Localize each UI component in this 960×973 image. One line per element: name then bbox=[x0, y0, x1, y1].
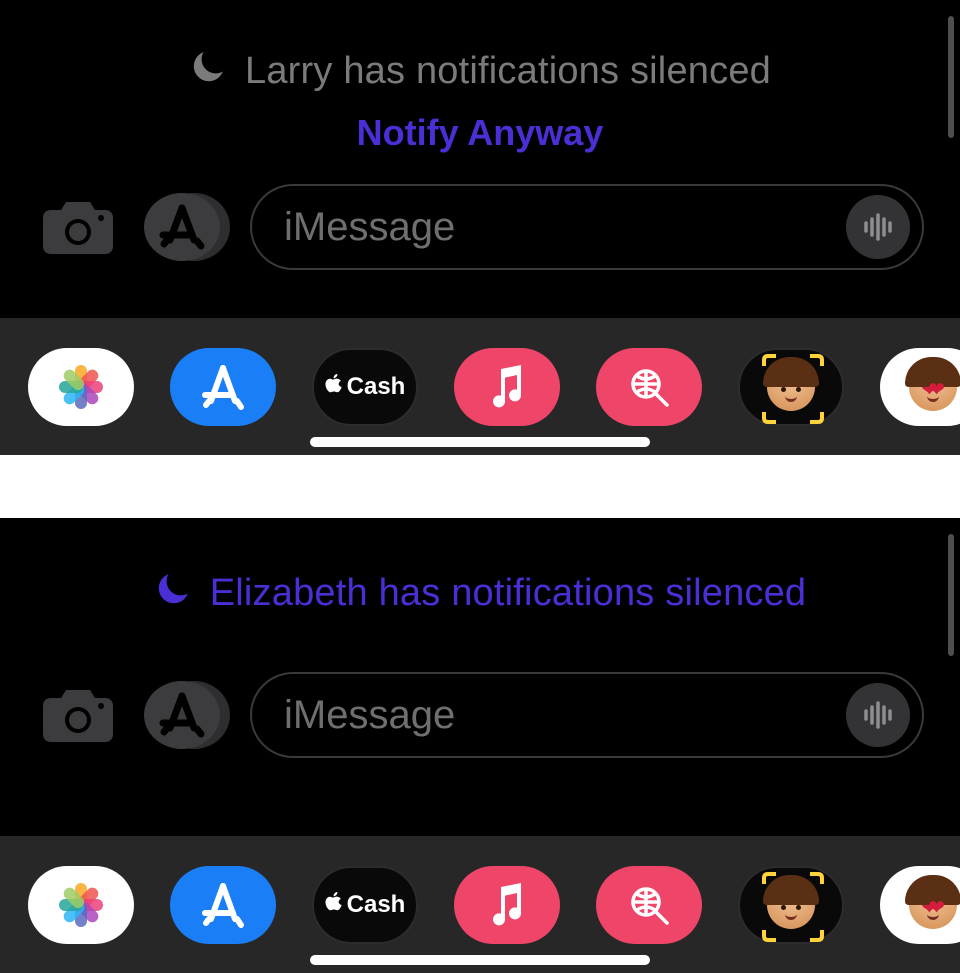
memoji-face-icon bbox=[767, 881, 815, 929]
camera-button[interactable] bbox=[36, 192, 120, 262]
messages-panel: Elizabeth has notifications silenced bbox=[0, 518, 960, 973]
home-indicator[interactable] bbox=[310, 955, 650, 965]
moon-icon bbox=[189, 46, 229, 96]
app-apple-cash[interactable]: Cash bbox=[312, 866, 418, 944]
messages-panel: Larry has notifications silenced Notify … bbox=[0, 0, 960, 455]
home-indicator[interactable] bbox=[310, 437, 650, 447]
app-appstore[interactable] bbox=[170, 348, 276, 426]
camera-button[interactable] bbox=[36, 680, 120, 750]
app-bar[interactable]: Cash bbox=[0, 836, 960, 973]
music-note-icon bbox=[487, 365, 527, 409]
scrollbar[interactable] bbox=[948, 16, 954, 138]
message-placeholder: iMessage bbox=[284, 693, 455, 738]
input-row: iMessage bbox=[0, 672, 960, 758]
silenced-text: Elizabeth has notifications silenced bbox=[210, 572, 807, 615]
app-music[interactable] bbox=[454, 866, 560, 944]
app-photos[interactable] bbox=[28, 348, 134, 426]
camera-icon bbox=[39, 684, 117, 746]
app-drawer-button[interactable] bbox=[138, 192, 232, 262]
app-appstore[interactable] bbox=[170, 866, 276, 944]
cash-label: Cash bbox=[347, 891, 406, 919]
message-input[interactable]: iMessage bbox=[250, 184, 924, 270]
voice-message-button[interactable] bbox=[846, 683, 910, 747]
apple-logo-icon bbox=[325, 891, 343, 919]
app-memoji[interactable] bbox=[738, 866, 844, 944]
music-note-icon bbox=[487, 883, 527, 927]
moon-icon bbox=[154, 568, 194, 618]
message-input[interactable]: iMessage bbox=[250, 672, 924, 758]
app-store-icon bbox=[138, 679, 232, 751]
app-store-icon bbox=[138, 191, 232, 263]
notifications-silenced-row: Larry has notifications silenced bbox=[0, 0, 960, 96]
app-music[interactable] bbox=[454, 348, 560, 426]
photos-icon bbox=[57, 881, 105, 929]
globe-search-icon bbox=[625, 363, 673, 411]
memoji-face-icon bbox=[767, 363, 815, 411]
memoji-heart-eyes-icon bbox=[909, 363, 957, 411]
app-image-search[interactable] bbox=[596, 866, 702, 944]
notify-anyway-link[interactable]: Notify Anyway bbox=[0, 112, 960, 154]
panel-gap bbox=[0, 455, 960, 518]
input-row: iMessage bbox=[0, 184, 960, 270]
camera-icon bbox=[39, 196, 117, 258]
app-memoji-stickers[interactable] bbox=[880, 866, 960, 944]
appstore-icon bbox=[197, 879, 249, 931]
globe-search-icon bbox=[625, 881, 673, 929]
app-memoji-stickers[interactable] bbox=[880, 348, 960, 426]
memoji-heart-eyes-icon bbox=[909, 881, 957, 929]
scrollbar[interactable] bbox=[948, 534, 954, 656]
apple-logo-icon bbox=[325, 373, 343, 401]
app-bar[interactable]: Cash bbox=[0, 318, 960, 455]
app-memoji[interactable] bbox=[738, 348, 844, 426]
app-photos[interactable] bbox=[28, 866, 134, 944]
message-placeholder: iMessage bbox=[284, 205, 455, 250]
app-image-search[interactable] bbox=[596, 348, 702, 426]
cash-label: Cash bbox=[347, 373, 406, 401]
notifications-silenced-row[interactable]: Elizabeth has notifications silenced bbox=[0, 518, 960, 618]
silenced-text: Larry has notifications silenced bbox=[245, 50, 771, 93]
waveform-icon bbox=[860, 209, 896, 245]
photos-icon bbox=[57, 363, 105, 411]
waveform-icon bbox=[860, 697, 896, 733]
app-drawer-button[interactable] bbox=[138, 680, 232, 750]
voice-message-button[interactable] bbox=[846, 195, 910, 259]
app-apple-cash[interactable]: Cash bbox=[312, 348, 418, 426]
appstore-icon bbox=[197, 361, 249, 413]
